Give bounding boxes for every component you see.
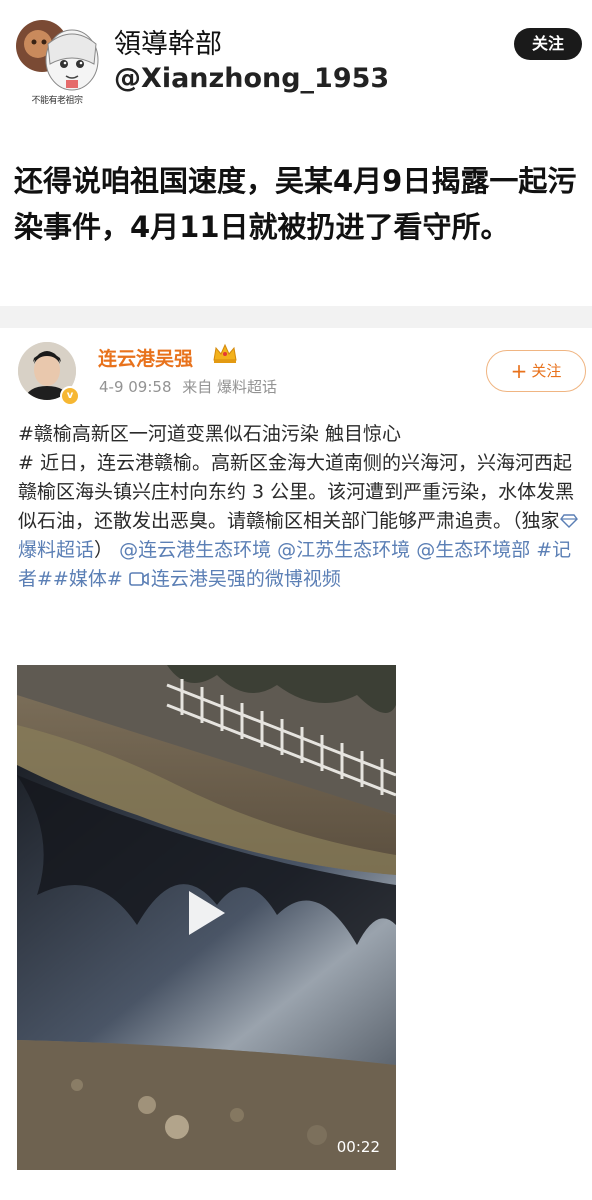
verified-icon: v [60, 386, 80, 406]
weibo-author-name[interactable]: 连云港吴强 [98, 344, 193, 371]
mention-link[interactable]: @江苏生态环境 [277, 539, 410, 561]
avatar-caption: 不能有老祖宗 [31, 96, 83, 106]
video-icon [129, 572, 149, 586]
topic-link[interactable]: 爆料超话 [18, 539, 94, 561]
post-avatar[interactable]: 不能有老祖宗 [14, 14, 100, 106]
weibo-text: #赣榆高新区一河道变黑似石油污染 触目惊心 # 近日，连云港赣榆。高新区金海大道… [18, 420, 588, 594]
mention-link[interactable]: @生态环境部 [416, 539, 530, 561]
weibo-text-headline: #赣榆高新区一河道变黑似石油污染 触目惊心 [18, 423, 401, 445]
video-player[interactable]: 00:22 [17, 665, 396, 1170]
post-time: 4-9 09:58 [99, 378, 172, 396]
weibo-meta: 4-9 09:58 来自 爆料超话 [99, 376, 283, 397]
post-text: 还得说咱祖国速度，吴某4月9日揭露一起污染事件，4月11日就被扔进了看守所。 [14, 164, 577, 244]
weibo-text-close: ） [94, 539, 114, 561]
display-name[interactable]: 領導幹部 [114, 22, 222, 61]
post-source[interactable]: 来自 爆料超话 [182, 378, 277, 396]
play-icon[interactable] [179, 887, 231, 939]
video-duration: 00:22 [336, 1138, 380, 1156]
video-link[interactable]: 连云港吴强的微博视频 [151, 568, 341, 590]
mention-link[interactable]: @连云港生态环境 [119, 539, 271, 561]
weibo-follow-button[interactable]: + 关注 [486, 350, 586, 392]
weibo-follow-label: 关注 [531, 362, 562, 380]
weibo-text-paragraph: # 近日，连云港赣榆。高新区金海大道南侧的兴海河，兴海河西起赣榆区海头镇兴庄村向… [18, 449, 588, 594]
follow-button[interactable]: 关注 [514, 28, 582, 60]
crown-icon [213, 343, 237, 363]
weibo-text-body: # 近日，连云港赣榆。高新区金海大道南侧的兴海河，兴海河西起赣榆区海头镇兴庄村向… [18, 452, 575, 532]
plus-icon: + [510, 359, 528, 383]
weibo-card: v 连云港吴强 4-9 09:58 来自 爆料超话 + 关注 #赣榆高新区一河道变… [0, 328, 592, 1200]
user-handle[interactable]: @Xianzhong_1953 [114, 63, 389, 94]
post-card: 不能有老祖宗 領導幹部 @Xianzhong_1953 关注 还得说咱祖国速度，… [0, 0, 592, 306]
diamond-icon [559, 514, 578, 528]
